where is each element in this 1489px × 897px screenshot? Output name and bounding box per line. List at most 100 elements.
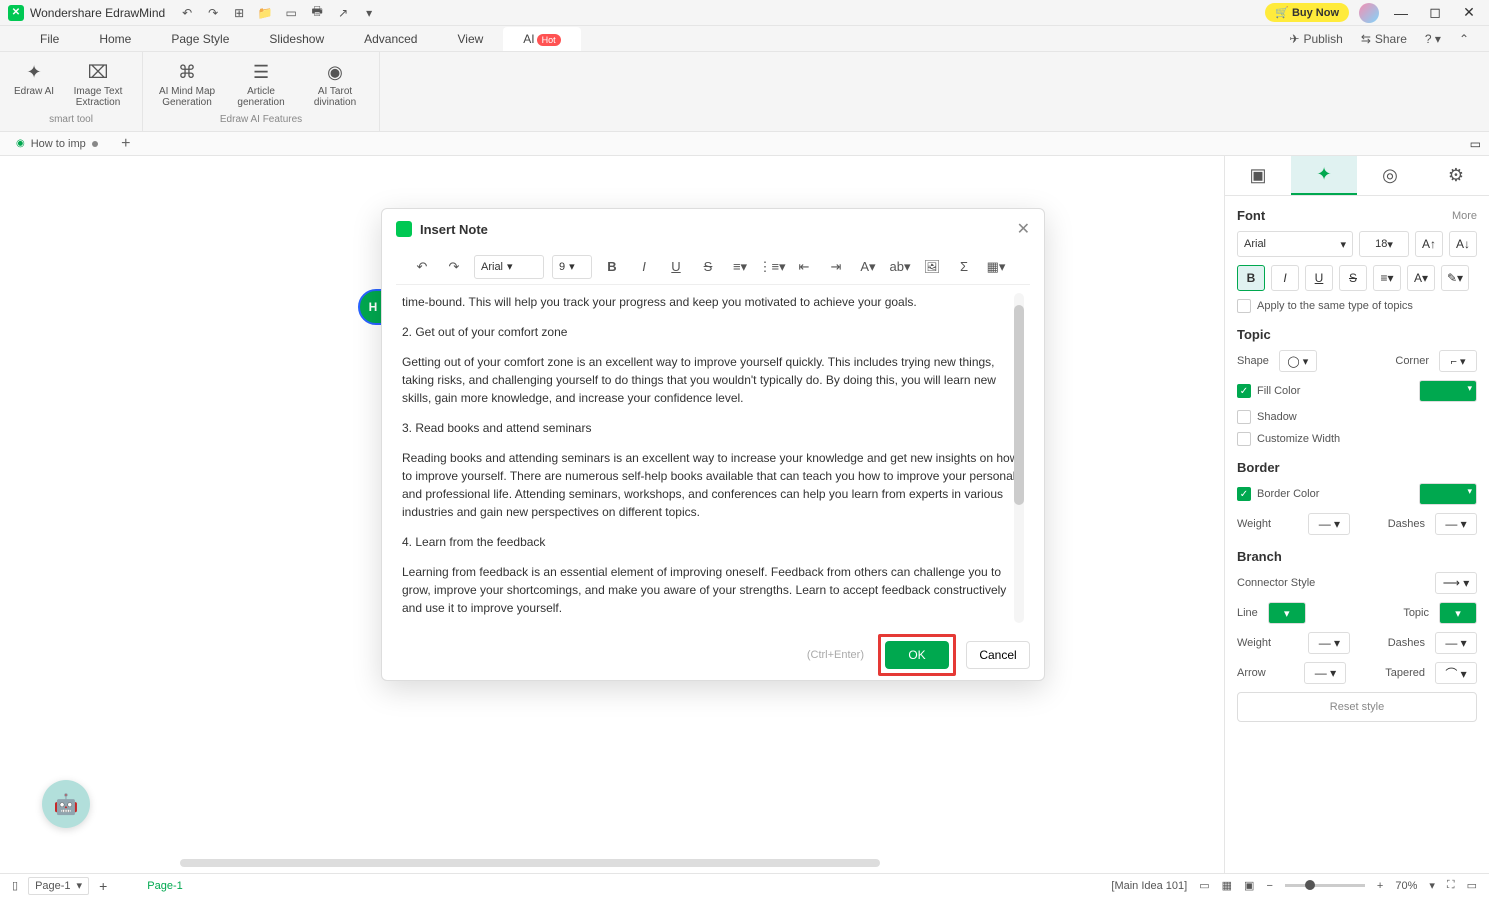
calendar-icon[interactable]: ▦▾: [984, 255, 1008, 279]
menu-view[interactable]: View: [437, 27, 503, 51]
zoom-slider[interactable]: [1285, 884, 1365, 887]
collapse-ribbon-icon[interactable]: ⌃: [1459, 32, 1469, 46]
add-tab-button[interactable]: +: [116, 134, 136, 154]
note-editor[interactable]: time-bound. This will help you track you…: [382, 285, 1044, 630]
close-button[interactable]: ✕: [1457, 3, 1481, 23]
arrow-select[interactable]: — ▾: [1304, 662, 1346, 684]
menu-home[interactable]: Home: [79, 27, 151, 51]
corner-select[interactable]: ⌐ ▾: [1439, 350, 1477, 372]
canvas-horizontal-scrollbar[interactable]: [180, 859, 880, 867]
open-icon[interactable]: 📁: [255, 3, 275, 23]
page-select[interactable]: Page-1 ▾: [28, 877, 89, 895]
note-size-select[interactable]: 9 ▾: [552, 255, 592, 279]
add-page-button[interactable]: +: [99, 878, 107, 894]
view-mode-2-icon[interactable]: ▦: [1222, 879, 1232, 892]
tool-tarot[interactable]: ◉ AI Tarot divination: [301, 58, 369, 110]
undo-icon[interactable]: ↶: [177, 3, 197, 23]
menu-file[interactable]: File: [20, 27, 79, 51]
layout-toggle-icon[interactable]: ▭: [1470, 137, 1489, 151]
note-font-select[interactable]: Arial ▾: [474, 255, 544, 279]
redo-icon[interactable]: ↷: [203, 3, 223, 23]
note-scroll-thumb[interactable]: [1014, 305, 1024, 505]
font-more-link[interactable]: More: [1452, 210, 1477, 222]
doc-tab-1[interactable]: ◉ How to imp: [8, 138, 106, 150]
fit-icon[interactable]: ▭: [1467, 879, 1477, 892]
formula-icon[interactable]: Σ: [952, 255, 976, 279]
strike-button[interactable]: S: [1339, 265, 1367, 291]
menu-advanced[interactable]: Advanced: [344, 27, 437, 51]
new-icon[interactable]: ⊞: [229, 3, 249, 23]
branch-weight-select[interactable]: — ▾: [1308, 632, 1350, 654]
share-button[interactable]: ⇆Share: [1361, 32, 1407, 46]
panel-tab-theme[interactable]: ◎: [1357, 156, 1423, 195]
maximize-button[interactable]: ◻: [1423, 3, 1447, 23]
tool-mindmap[interactable]: ⌘ AI Mind Map Generation: [153, 58, 221, 110]
dialog-close-button[interactable]: ✕: [1017, 219, 1030, 239]
dashes-select[interactable]: — ▾: [1435, 513, 1477, 535]
user-avatar[interactable]: [1359, 3, 1379, 23]
bullet-list-icon[interactable]: ⋮≡▾: [760, 255, 784, 279]
connector-style-select[interactable]: ⟶ ▾: [1435, 572, 1477, 594]
increase-font-icon[interactable]: A↑: [1415, 231, 1443, 257]
reset-style-button[interactable]: Reset style: [1237, 692, 1477, 722]
outdent-icon[interactable]: ⇤: [792, 255, 816, 279]
view-mode-3-icon[interactable]: ▣: [1244, 879, 1254, 892]
shape-select[interactable]: ◯ ▾: [1279, 350, 1317, 372]
font-family-select[interactable]: Arial▾: [1237, 231, 1353, 257]
border-color-checkbox[interactable]: ✓: [1237, 487, 1251, 501]
note-scrollbar[interactable]: [1014, 293, 1024, 623]
note-undo-icon[interactable]: ↶: [410, 255, 434, 279]
italic-button[interactable]: I: [1271, 265, 1299, 291]
indent-icon[interactable]: ⇥: [824, 255, 848, 279]
tool-article[interactable]: ☰ Article generation: [227, 58, 295, 110]
zoom-out-button[interactable]: −: [1266, 880, 1272, 892]
panel-tab-settings[interactable]: ⚙: [1423, 156, 1489, 195]
view-mode-1-icon[interactable]: ▭: [1199, 879, 1209, 892]
minimize-button[interactable]: —: [1389, 3, 1413, 23]
tapered-select[interactable]: ⌒ ▾: [1435, 662, 1477, 684]
note-redo-icon[interactable]: ↷: [442, 255, 466, 279]
fullscreen-icon[interactable]: ⛶: [1447, 879, 1455, 892]
font-color-button[interactable]: A▾: [1407, 265, 1435, 291]
shadow-checkbox[interactable]: [1237, 410, 1251, 424]
highlight-button[interactable]: ✎▾: [1441, 265, 1469, 291]
tool-edraw-ai[interactable]: ✦ Edraw AI: [10, 58, 58, 110]
decrease-font-icon[interactable]: A↓: [1449, 231, 1477, 257]
help-button[interactable]: ? ▾: [1425, 32, 1441, 46]
align-icon[interactable]: ≡▾: [728, 255, 752, 279]
fill-color-select[interactable]: [1419, 380, 1477, 402]
ai-assistant-fab[interactable]: 🤖: [42, 780, 90, 828]
topic-color-select[interactable]: ▾: [1439, 602, 1477, 624]
save-icon[interactable]: ▭: [281, 3, 301, 23]
apply-same-checkbox[interactable]: [1237, 299, 1251, 313]
buy-now-button[interactable]: 🛒 Buy Now: [1265, 3, 1349, 22]
weight-select[interactable]: — ▾: [1308, 513, 1350, 535]
italic-icon[interactable]: I: [632, 255, 656, 279]
cancel-button[interactable]: Cancel: [966, 641, 1030, 669]
font-size-select[interactable]: 18 ▾: [1359, 231, 1409, 257]
font-color-icon[interactable]: A▾: [856, 255, 880, 279]
underline-icon[interactable]: U: [664, 255, 688, 279]
panel-tab-style[interactable]: ✦: [1291, 156, 1357, 195]
menu-page-style[interactable]: Page Style: [151, 27, 249, 51]
ok-button[interactable]: OK: [885, 641, 949, 669]
publish-button[interactable]: ✈Publish: [1289, 32, 1342, 46]
line-color-select[interactable]: ▾: [1268, 602, 1306, 624]
align-button[interactable]: ≡▾: [1373, 265, 1401, 291]
fill-color-checkbox[interactable]: ✓: [1237, 384, 1251, 398]
zoom-dropdown-icon[interactable]: ▾: [1429, 879, 1435, 892]
strikethrough-icon[interactable]: S: [696, 255, 720, 279]
outline-icon[interactable]: ▯: [12, 879, 18, 892]
page-tab[interactable]: Page-1: [147, 880, 182, 892]
dropdown-icon[interactable]: ▾: [359, 3, 379, 23]
insert-image-icon[interactable]: 🖼: [920, 255, 944, 279]
zoom-thumb[interactable]: [1305, 880, 1315, 890]
customize-width-checkbox[interactable]: [1237, 432, 1251, 446]
zoom-value[interactable]: 70%: [1395, 880, 1417, 892]
tool-image-text[interactable]: ⌧ Image Text Extraction: [64, 58, 132, 110]
menu-slideshow[interactable]: Slideshow: [249, 27, 344, 51]
bold-icon[interactable]: B: [600, 255, 624, 279]
menu-ai[interactable]: AIHot: [503, 27, 580, 51]
export-icon[interactable]: ↗: [333, 3, 353, 23]
border-color-select[interactable]: [1419, 483, 1477, 505]
